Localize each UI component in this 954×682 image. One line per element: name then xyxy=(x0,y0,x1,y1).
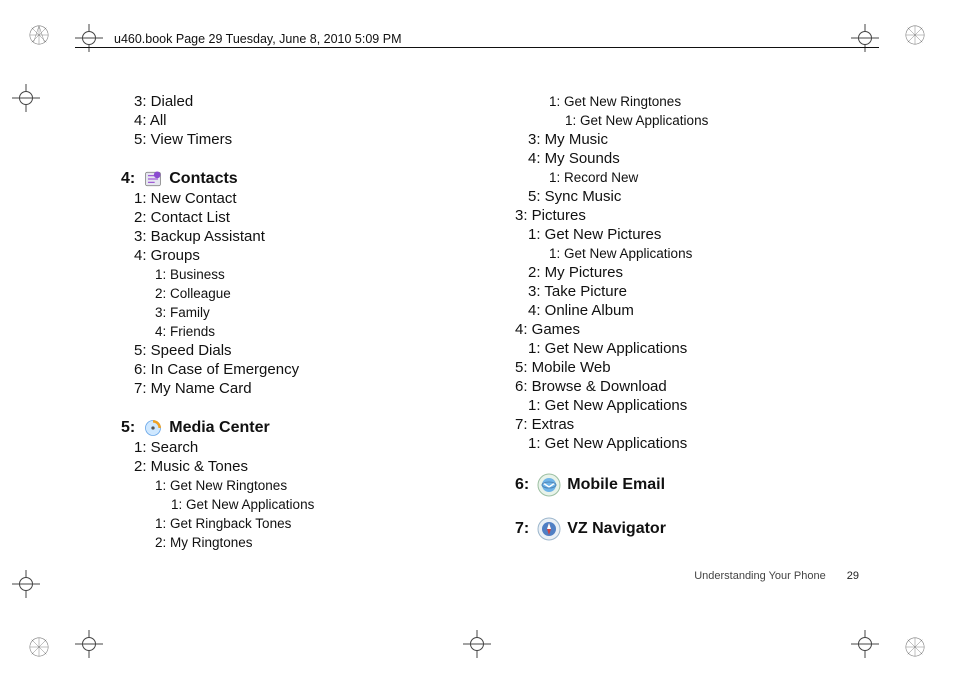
menu-item: 3: Family xyxy=(155,303,480,322)
menu-item: 7: My Name Card xyxy=(134,379,480,398)
header-label: u460.book Page 29 Tuesday, June 8, 2010 … xyxy=(110,32,405,46)
menu-item: 3: Backup Assistant xyxy=(134,227,480,246)
menu-item: 5: Mobile Web xyxy=(515,358,874,377)
registration-mark-icon xyxy=(28,24,50,46)
crop-mark-icon xyxy=(12,570,40,598)
menu-item: 4: My Sounds xyxy=(528,149,874,168)
menu-item: 1: Get New Applications xyxy=(171,495,480,514)
menu-item: 1: Get New Applications xyxy=(528,339,874,358)
left-column: 3: Dialed4: All5: View Timers 4: Contacts… xyxy=(95,92,505,582)
section-title: VZ Navigator xyxy=(567,520,666,538)
registration-mark-icon xyxy=(904,24,926,46)
menu-item: 2: Colleague xyxy=(155,284,480,303)
menu-item: 3: My Music xyxy=(528,130,874,149)
right-column: 1: Get New Ringtones1: Get New Applicati… xyxy=(505,92,884,582)
menu-item: 1: Search xyxy=(134,438,480,457)
mobile-email-icon xyxy=(537,473,561,497)
page-content: 3: Dialed4: All5: View Timers 4: Contacts… xyxy=(95,92,884,582)
section-heading: 6: Mobile Email xyxy=(515,473,874,497)
menu-item: 4: All xyxy=(134,111,480,130)
menu-item: 2: My Ringtones xyxy=(155,533,480,552)
menu-item: 6: In Case of Emergency xyxy=(134,360,480,379)
section-heading: 5: Media Center xyxy=(121,418,480,438)
menu-item: 1: Get New Pictures xyxy=(528,225,874,244)
footer-section-label: Understanding Your Phone xyxy=(694,570,826,582)
menu-item: 3: Dialed xyxy=(134,92,480,111)
section-title: Mobile Email xyxy=(567,476,665,494)
section-number: 5: xyxy=(121,419,135,437)
menu-item: 7: Extras xyxy=(515,415,874,434)
section-title: Media Center xyxy=(169,419,269,437)
menu-item: 1: Get New Applications xyxy=(528,396,874,415)
vz-navigator-icon xyxy=(537,517,561,541)
menu-item: 1: Business xyxy=(155,265,480,284)
menu-item: 5: Sync Music xyxy=(528,187,874,206)
menu-item: 1: Get New Applications xyxy=(549,244,874,263)
menu-item: 1: New Contact xyxy=(134,189,480,208)
menu-item: 2: Contact List xyxy=(134,208,480,227)
crop-mark-icon xyxy=(851,630,879,658)
menu-item: 1: Get New Applications xyxy=(565,111,874,130)
section-title: Contacts xyxy=(169,170,237,188)
menu-item: 2: Music & Tones xyxy=(134,457,480,476)
crop-mark-icon xyxy=(75,630,103,658)
menu-item: 4: Groups xyxy=(134,246,480,265)
menu-item: 4: Friends xyxy=(155,322,480,341)
menu-item: 5: View Timers xyxy=(134,130,480,149)
menu-item: 1: Get New Applications xyxy=(528,434,874,453)
section-number: 4: xyxy=(121,170,135,188)
menu-item: 6: Browse & Download xyxy=(515,377,874,396)
menu-item: 4: Games xyxy=(515,320,874,339)
header-rule xyxy=(75,47,879,48)
page-footer: Understanding Your Phone 29 xyxy=(694,570,859,582)
section-heading: 7: VZ Navigator xyxy=(515,517,874,541)
crop-mark-icon xyxy=(463,630,491,658)
menu-item: 1: Get New Ringtones xyxy=(549,92,874,111)
menu-item: 4: Online Album xyxy=(528,301,874,320)
menu-item: 1: Record New xyxy=(549,168,874,187)
section-number: 7: xyxy=(515,520,529,538)
media-icon xyxy=(143,418,163,438)
contacts-icon xyxy=(143,169,163,189)
registration-mark-icon xyxy=(28,636,50,658)
menu-item: 1: Get Ringback Tones xyxy=(155,514,480,533)
menu-item: 3: Take Picture xyxy=(528,282,874,301)
menu-item: 3: Pictures xyxy=(515,206,874,225)
registration-mark-icon xyxy=(904,636,926,658)
crop-mark-icon xyxy=(12,84,40,112)
page-number: 29 xyxy=(847,570,859,582)
section-heading: 4: Contacts xyxy=(121,169,480,189)
menu-item: 2: My Pictures xyxy=(528,263,874,282)
section-number: 6: xyxy=(515,476,529,494)
menu-item: 5: Speed Dials xyxy=(134,341,480,360)
menu-item: 1: Get New Ringtones xyxy=(155,476,480,495)
